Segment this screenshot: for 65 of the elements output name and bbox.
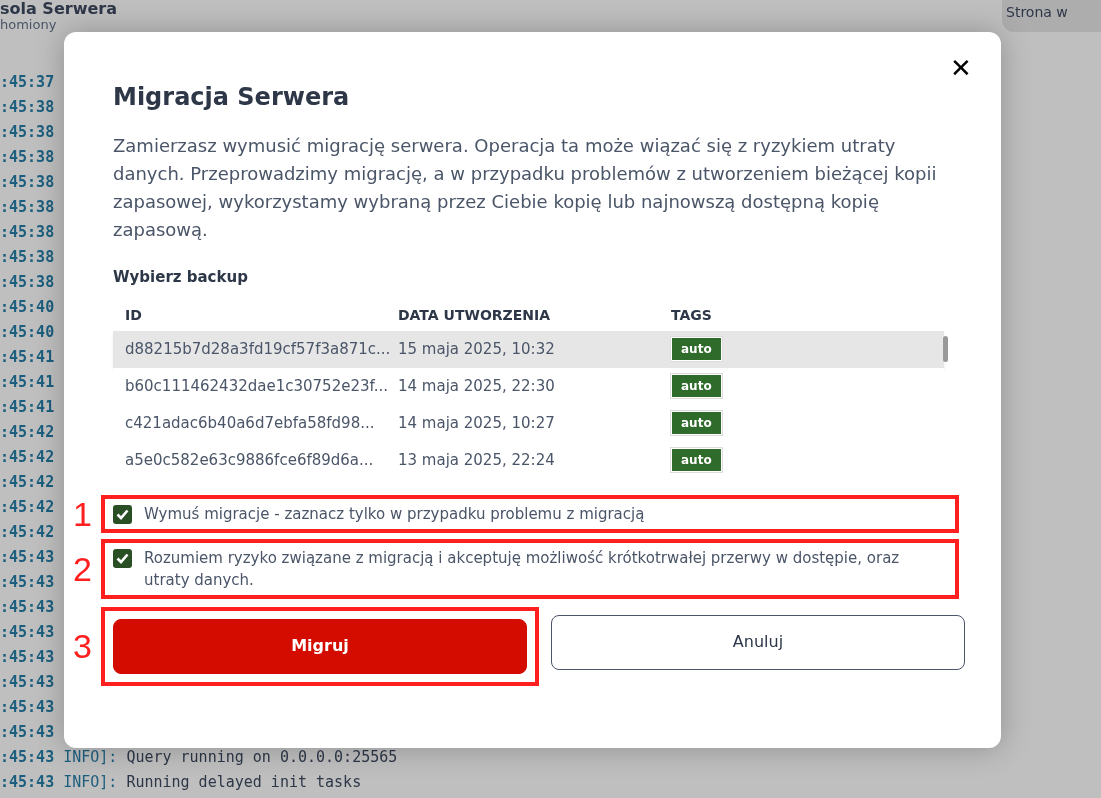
table-cell-text: 13 maja 2025, 22:24 <box>397 449 556 471</box>
log-time: :45:42 <box>0 522 55 543</box>
log-time: :45:43 <box>0 697 55 718</box>
checkbox-label: Wymuś migracje - zaznacz tylko w przypadku problemu z migracją <box>144 503 645 525</box>
log-time: :45:38 <box>0 197 55 218</box>
log-time: :45:41 <box>0 397 55 418</box>
log-level: INFO]: <box>63 772 118 793</box>
table-cell-text: 15 maja 2025, 10:32 <box>397 338 556 360</box>
checkbox[interactable] <box>113 548 132 568</box>
log-time: :45:43 <box>0 547 55 568</box>
side-card-text: Strona w <box>1006 4 1068 20</box>
dialog-button[interactable]: Anuluj <box>551 614 965 670</box>
log-time: :45:41 <box>0 347 55 368</box>
checkbox[interactable] <box>113 504 132 524</box>
log-time: :45:43 <box>0 622 55 643</box>
page-title: sola Serwera <box>0 0 117 18</box>
backup-row[interactable]: d88215b7d28a3fd19cf57f3a871c... 15 maja 2025, 10:32 auto <box>113 330 944 368</box>
log-time: :45:37 <box>0 72 55 93</box>
log-time: :45:38 <box>0 172 55 193</box>
log-time: :45:41 <box>0 372 55 393</box>
log-time: :45:43 <box>0 572 55 593</box>
log-time: :45:43 <box>0 647 55 668</box>
log-time: :45:40 <box>0 322 55 343</box>
table-cell-text: 14 maja 2025, 10:27 <box>397 412 556 434</box>
column-header: TAGS <box>670 306 713 325</box>
checkbox-label: Rozumiem ryzyko związane z migracją i akceptuję możliwość krótkotrwałej przerwy w dostępie, oraz utraty danych. <box>144 547 901 591</box>
column-header: DATA UTWORZENIA <box>397 306 552 325</box>
tag: auto <box>671 337 722 361</box>
log-time: :45:42 <box>0 447 55 468</box>
log-message: Query running on 0.0.0.0:25565 <box>126 747 398 768</box>
log-time: :45:40 <box>0 297 55 318</box>
log-time: :45:38 <box>0 147 55 168</box>
server-status: homiony <box>0 18 58 32</box>
log-time: :45:43 <box>0 747 55 768</box>
log-level: INFO]: <box>63 747 118 768</box>
table-cell-text: a5e0c582e63c9886fce6f89d6a... <box>124 449 375 471</box>
scrollbar-thumb[interactable] <box>943 335 948 362</box>
log-time: :45:43 <box>0 597 55 618</box>
dialog-description: Zamierzasz wymusić migrację serwera. Operacja ta może wiązać się z ryzykiem utraty danych. Przeprowadzimy migrację, a w przypadku problemów z utworzeniem bieżącej kopii zapasowej, wykorzystamy wybraną przez Ciebie kopię lub najnowszą dostępną kopię zapasową. <box>113 134 938 242</box>
tag: auto <box>671 448 722 472</box>
log-time: :45:42 <box>0 497 55 518</box>
tag: auto <box>671 374 722 398</box>
log-time: :45:43 <box>0 672 55 693</box>
log-time: :45:43 <box>0 722 55 743</box>
log-time: :45:42 <box>0 472 55 493</box>
column-header: ID <box>124 306 143 325</box>
log-time: :45:43 <box>0 772 55 793</box>
dialog-title: Migracja Serwera <box>113 82 351 113</box>
log-time: :45:38 <box>0 97 55 118</box>
annotation-number: 1 <box>73 496 92 531</box>
log-time: :45:38 <box>0 122 55 143</box>
log-message: Running delayed init tasks <box>126 772 362 793</box>
log-time: :45:42 <box>0 422 55 443</box>
backup-label: Wybierz backup <box>113 267 249 288</box>
table-cell-text: b60c111462432dae1c30752e23f... <box>124 375 386 397</box>
annotation-number: 2 <box>73 551 92 586</box>
annotation-number: 3 <box>73 629 92 663</box>
log-time: :45:38 <box>0 247 55 268</box>
dialog-button[interactable]: Migruj <box>113 618 527 674</box>
tag: auto <box>671 411 722 435</box>
close-button[interactable]: ✕ <box>943 50 979 86</box>
log-time: :45:38 <box>0 222 55 243</box>
table-cell-text: c421adac6b40a6d7ebfa58fd98... <box>124 412 376 434</box>
table-cell-text: 14 maja 2025, 22:30 <box>397 375 556 397</box>
log-time: :45:38 <box>0 272 55 293</box>
